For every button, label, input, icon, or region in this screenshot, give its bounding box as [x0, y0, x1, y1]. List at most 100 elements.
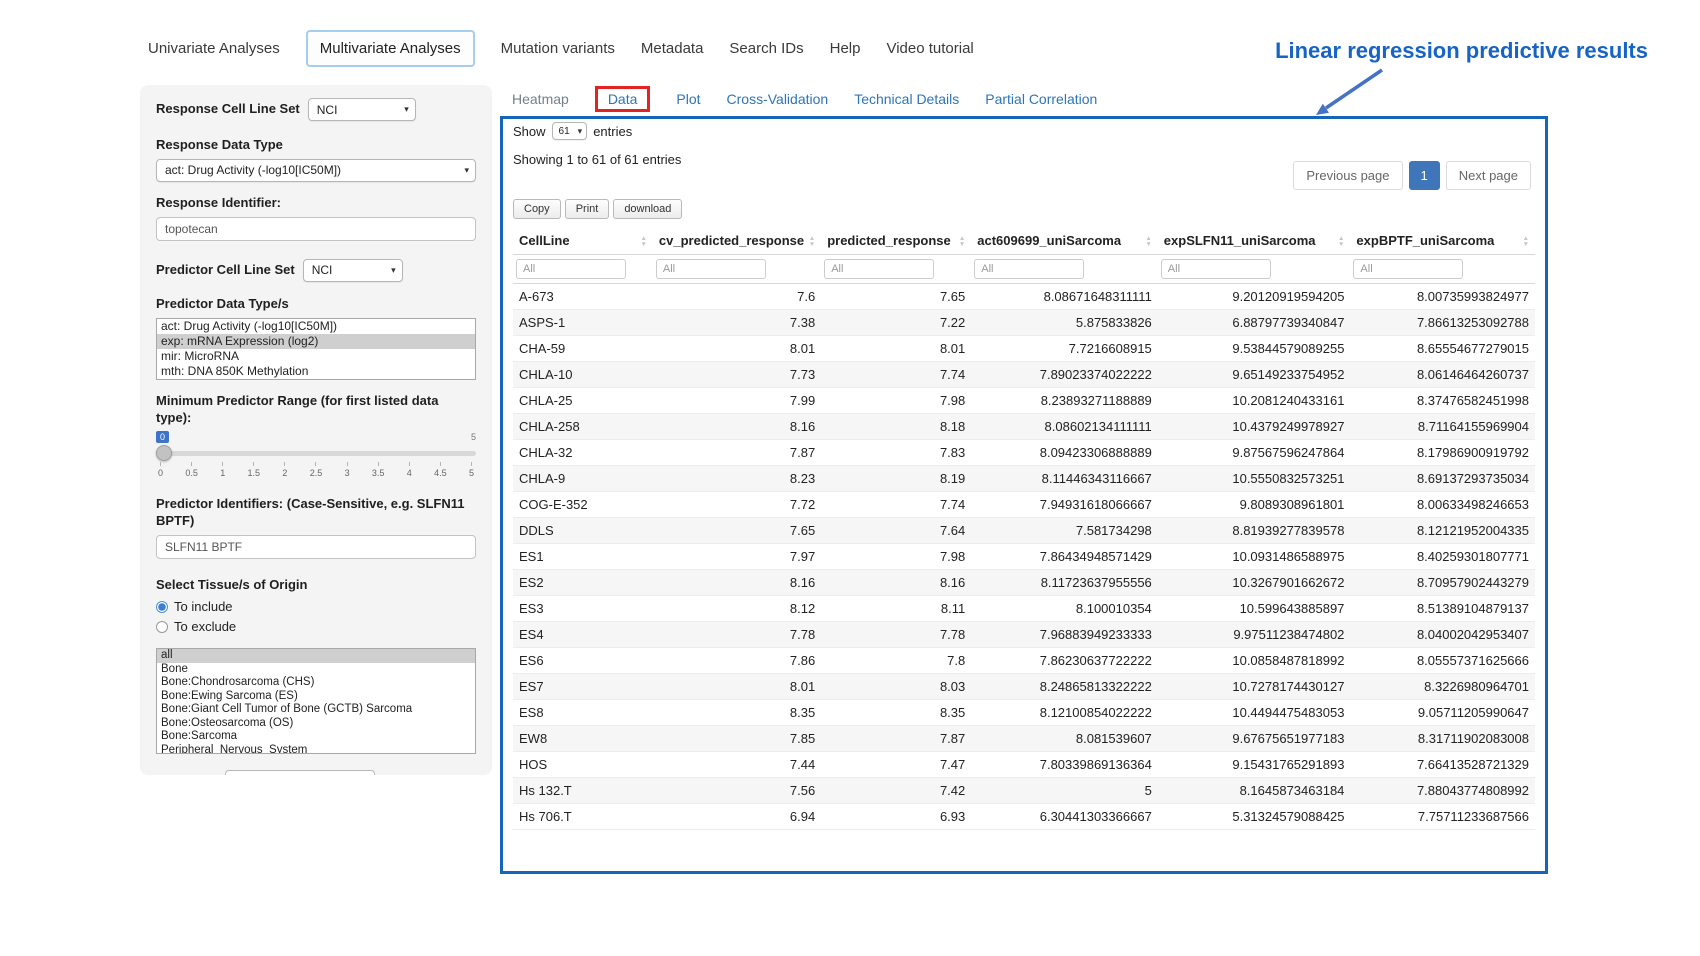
- radio-unselected-icon: [156, 621, 168, 633]
- predictor-data-types-listbox[interactable]: act: Drug Activity (-log10[IC50M])exp: m…: [156, 318, 476, 380]
- chevron-down-icon: ▾: [578, 126, 583, 137]
- column-filter-input-cv-predicted-response[interactable]: [656, 259, 766, 279]
- table-row[interactable]: HOS7.447.477.803398691363649.15431765291…: [513, 752, 1535, 778]
- table-row[interactable]: Hs 706.T6.946.936.304413033666675.313245…: [513, 804, 1535, 830]
- min-predictor-range-slider[interactable]: 0 5 00.511.522.533.544.55: [156, 431, 476, 483]
- list-option-all[interactable]: all: [157, 649, 475, 663]
- nav-item-multivariate-analyses[interactable]: Multivariate Analyses: [306, 30, 475, 67]
- table-row[interactable]: EW87.857.878.0815396079.676756519771838.…: [513, 726, 1535, 752]
- tissue-origin-label: Select Tissue/s of Origin: [156, 577, 476, 594]
- table-row[interactable]: DDLS7.657.647.5817342988.819392778395788…: [513, 518, 1535, 544]
- nav-item-metadata[interactable]: Metadata: [641, 40, 704, 57]
- slider-value-badge: 0: [156, 431, 169, 443]
- table-row[interactable]: CHLA-107.737.747.890233740222229.6514923…: [513, 362, 1535, 388]
- sort-icon[interactable]: ▲▼: [640, 236, 646, 248]
- column-header-cellline[interactable]: CellLine▲▼: [513, 227, 653, 255]
- slider-handle[interactable]: [156, 445, 172, 461]
- tissue-origin-listbox[interactable]: allBoneBone:Chondrosarcoma (CHS)Bone:Ewi…: [156, 648, 476, 754]
- table-row[interactable]: A-6737.67.658.086716483111119.2012091959…: [513, 284, 1535, 310]
- list-option-bone[interactable]: Bone: [157, 663, 475, 677]
- top-nav: Univariate Analyses Multivariate Analyses…: [148, 28, 974, 68]
- next-page-button[interactable]: Next page: [1446, 161, 1531, 190]
- table-row[interactable]: CHA-598.018.017.72166089159.538445790892…: [513, 336, 1535, 362]
- column-header-predicted-response[interactable]: predicted_response▲▼: [821, 227, 971, 255]
- select-value: 61: [559, 126, 570, 137]
- list-option-bone-sarcoma[interactable]: Bone:Sarcoma: [157, 730, 475, 744]
- table-row[interactable]: ES38.128.118.10001035410.5996438858978.5…: [513, 596, 1535, 622]
- sort-icon[interactable]: ▲▼: [1145, 236, 1151, 248]
- column-filter-input-expslfn11-unisarcoma[interactable]: [1161, 259, 1271, 279]
- algorithm-select[interactable]: Linear Regression ▾: [225, 770, 375, 775]
- column-filter-input-expbptf-unisarcoma[interactable]: [1353, 259, 1463, 279]
- nav-item-help[interactable]: Help: [830, 40, 861, 57]
- column-filter-input-act609699-unisarcoma[interactable]: [974, 259, 1084, 279]
- table-row[interactable]: ES17.977.987.8643494857142910.0931486588…: [513, 544, 1535, 570]
- column-header-expslfn11-unisarcoma[interactable]: expSLFN11_uniSarcoma▲▼: [1158, 227, 1351, 255]
- predictor-identifiers-label: Predictor Identifiers: (Case-Sensitive, …: [156, 496, 476, 530]
- table-row[interactable]: ES67.867.87.8623063772222210.08584878189…: [513, 648, 1535, 674]
- table-row[interactable]: COG-E-3527.727.747.949316180666679.80893…: [513, 492, 1535, 518]
- column-header-expbptf-unisarcoma[interactable]: expBPTF_uniSarcoma▲▼: [1350, 227, 1535, 255]
- list-option-exp-mrna-expression-log2[interactable]: exp: mRNA Expression (log2): [157, 334, 475, 349]
- table-row[interactable]: CHLA-98.238.198.1144634311666710.5550832…: [513, 466, 1535, 492]
- print-button[interactable]: Print: [565, 199, 610, 219]
- list-option-bone-giant-cell-tumor-of-bone-gctb-sarcoma[interactable]: Bone:Giant Cell Tumor of Bone (GCTB) Sar…: [157, 703, 475, 717]
- response-cell-line-set-select[interactable]: NCI ▾: [308, 98, 416, 121]
- previous-page-button[interactable]: Previous page: [1293, 161, 1402, 190]
- sort-icon[interactable]: ▲▼: [1338, 236, 1344, 248]
- list-option-mir-microrna[interactable]: mir: MicroRNA: [157, 349, 475, 364]
- sort-icon[interactable]: ▲▼: [809, 236, 815, 248]
- sort-icon[interactable]: ▲▼: [959, 236, 965, 248]
- show-entries-suffix: entries: [593, 124, 632, 139]
- list-option-peripheral-nervous-system[interactable]: Peripheral_Nervous_System: [157, 744, 475, 755]
- list-option-mth-dna-850k-methylation[interactable]: mth: DNA 850K Methylation: [157, 364, 475, 379]
- table-row[interactable]: ES28.168.168.1172363795555610.3267901662…: [513, 570, 1535, 596]
- table-row[interactable]: CHLA-2588.168.188.0860213411111110.43792…: [513, 414, 1535, 440]
- table-row[interactable]: Hs 132.T7.567.4258.16458734631847.880437…: [513, 778, 1535, 804]
- list-option-act-drug-activity-log10-ic50m[interactable]: act: Drug Activity (-log10[IC50M]): [157, 319, 475, 334]
- slider-tick-label: 0: [158, 462, 163, 478]
- slider-track[interactable]: [156, 451, 476, 456]
- table-row[interactable]: CHLA-257.997.988.2389327118888910.208124…: [513, 388, 1535, 414]
- list-option-bone-chondrosarcoma-chs[interactable]: Bone:Chondrosarcoma (CHS): [157, 676, 475, 690]
- nav-item-search-ids[interactable]: Search IDs: [729, 40, 803, 57]
- nav-item-univariate-analyses[interactable]: Univariate Analyses: [148, 40, 280, 57]
- radio-selected-icon: [156, 601, 168, 613]
- list-option-bone-osteosarcoma-os[interactable]: Bone:Osteosarcoma (OS): [157, 717, 475, 731]
- list-option-bone-ewing-sarcoma-es[interactable]: Bone:Ewing Sarcoma (ES): [157, 690, 475, 704]
- table-row[interactable]: ES78.018.038.2486581332222210.7278174430…: [513, 674, 1535, 700]
- column-header-act609699-unisarcoma[interactable]: act609699_uniSarcoma▲▼: [971, 227, 1158, 255]
- sort-icon[interactable]: ▲▼: [1523, 236, 1529, 248]
- radio-to-include[interactable]: To include: [156, 599, 476, 614]
- response-identifier-input[interactable]: [156, 217, 476, 241]
- tab-partial-correlation[interactable]: Partial Correlation: [985, 91, 1097, 107]
- tab-cross-validation[interactable]: Cross-Validation: [727, 91, 829, 107]
- table-row[interactable]: CHLA-327.877.838.094233068888899.8756759…: [513, 440, 1535, 466]
- copy-button[interactable]: Copy: [513, 199, 561, 219]
- select-value: act: Drug Activity (-log10[IC50M]): [165, 163, 341, 177]
- table-row[interactable]: ASPS-17.387.225.8758338266.8879773934084…: [513, 310, 1535, 336]
- predictor-identifiers-input[interactable]: [156, 535, 476, 559]
- tab-data[interactable]: Data: [595, 86, 651, 112]
- column-filter-input-predicted-response[interactable]: [824, 259, 934, 279]
- current-page-button[interactable]: 1: [1409, 161, 1440, 190]
- entries-count-select[interactable]: 61 ▾: [552, 122, 588, 140]
- tab-technical-details[interactable]: Technical Details: [854, 91, 959, 107]
- response-identifier-label: Response Identifier:: [156, 195, 476, 212]
- tab-plot[interactable]: Plot: [676, 91, 700, 107]
- table-row[interactable]: ES88.358.358.1210085402222210.4494475483…: [513, 700, 1535, 726]
- table-toolbar: CopyPrintdownload: [513, 199, 682, 219]
- download-button[interactable]: download: [613, 199, 682, 219]
- tab-heatmap[interactable]: Heatmap: [512, 91, 569, 107]
- radio-to-exclude[interactable]: To exclude: [156, 619, 476, 634]
- response-data-type-select[interactable]: act: Drug Activity (-log10[IC50M]) ▾: [156, 159, 476, 182]
- show-entries-prefix: Show: [513, 124, 546, 139]
- slider-tick-label: 3: [345, 462, 350, 478]
- table-row[interactable]: ES47.787.787.968839492333339.97511238474…: [513, 622, 1535, 648]
- nav-item-mutation-variants[interactable]: Mutation variants: [501, 40, 615, 57]
- predictor-cell-line-set-select[interactable]: NCI ▾: [303, 259, 403, 282]
- column-filter-input-cellline[interactable]: [516, 259, 626, 279]
- column-header-cv-predicted-response[interactable]: cv_predicted_response▲▼: [653, 227, 821, 255]
- nav-item-video-tutorial[interactable]: Video tutorial: [886, 40, 973, 57]
- panel-tabs: Heatmap Data Plot Cross-Validation Technical…: [512, 84, 1097, 114]
